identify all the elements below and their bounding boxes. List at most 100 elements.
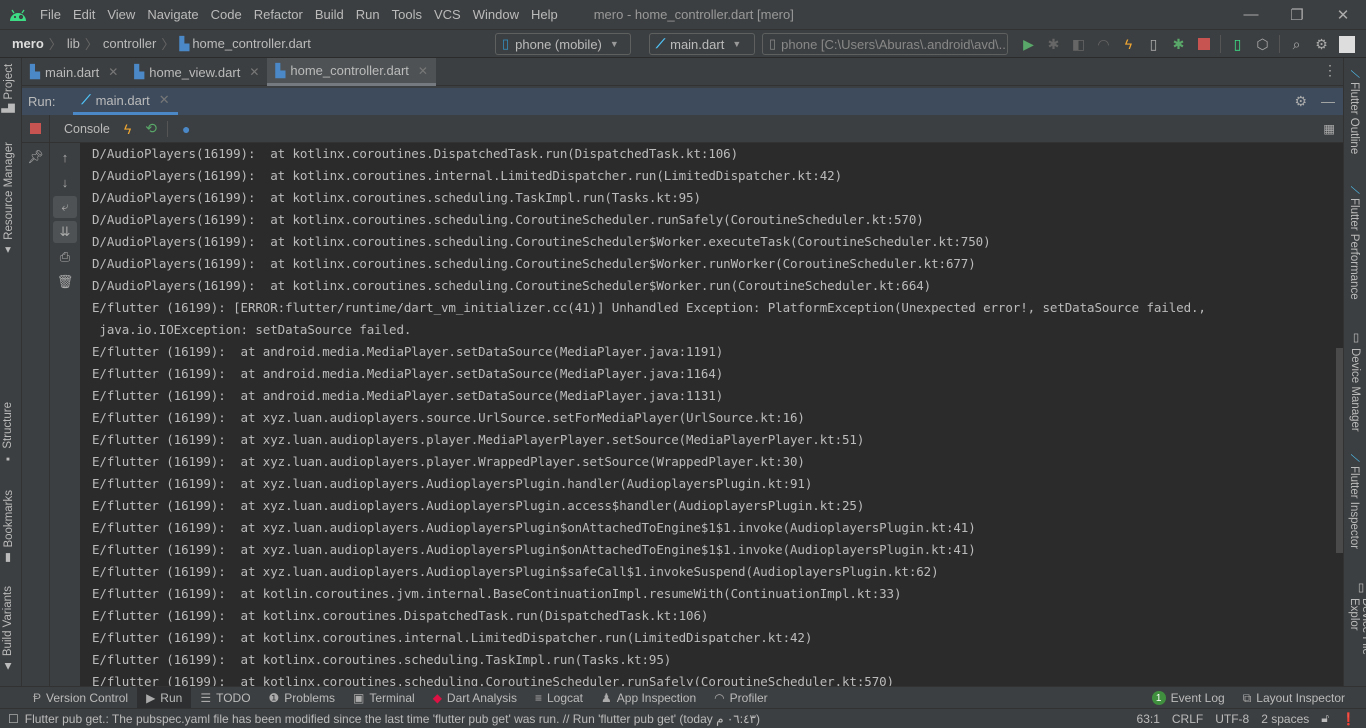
console-output[interactable]: D/AudioPlayers(16199): at kotlinx.corout… <box>80 143 1335 686</box>
notifications-icon[interactable]: ❗ <box>1341 712 1356 726</box>
device-manager-button[interactable]: ▯ <box>1225 33 1250 55</box>
debug-icon: ✱ <box>1047 35 1060 52</box>
tab-home-controller-dart[interactable]: ▙ home_controller.dart ✕ <box>267 58 436 86</box>
menu-window[interactable]: Window <box>467 7 525 22</box>
lock-icon[interactable]: 🔓︎ <box>1321 711 1329 726</box>
run-panel-label: Run: <box>28 94 56 109</box>
hot-restart-button[interactable]: ⟲ <box>145 120 157 137</box>
tool-tab-run[interactable]: ▶ Run <box>137 686 192 709</box>
tool-tab-todo[interactable]: ☰ TODO <box>191 687 259 709</box>
tool-tab-bookmarks[interactable]: ▮ Bookmarks <box>2 490 16 566</box>
tool-tab-terminal[interactable]: ▣ Terminal <box>344 687 424 709</box>
menu-file[interactable]: File <box>34 7 67 22</box>
tool-tab-layout-inspector[interactable]: ⧉ Layout Inspector <box>1234 687 1354 709</box>
devtools-button[interactable]: ● <box>182 121 190 137</box>
tool-tab-build-variants[interactable]: ▲ Build Variants <box>2 586 14 672</box>
soft-wrap-toggle[interactable]: ⤶ <box>53 196 77 218</box>
restore-button[interactable]: ❐ <box>1274 0 1320 29</box>
close-tab-icon[interactable]: ✕ <box>249 65 259 79</box>
emulator-selector[interactable]: ▯ phone [C:\Users\Aburas\.android\avd\..… <box>762 33 1008 55</box>
scroll-down-button[interactable]: ↓ <box>53 171 77 193</box>
tool-tab-logcat[interactable]: ≡ Logcat <box>526 687 592 709</box>
account-button[interactable] <box>1334 33 1359 55</box>
console-line: E/flutter (16199): at xyz.luan.audioplay… <box>92 476 813 491</box>
menu-run[interactable]: Run <box>350 7 386 22</box>
scrollbar-thumb[interactable] <box>1336 348 1343 553</box>
menu-refactor[interactable]: Refactor <box>248 7 309 22</box>
tool-tab-app-inspection[interactable]: ♟ App Inspection <box>592 687 705 709</box>
minimize-button[interactable]: — <box>1228 0 1274 29</box>
tab-home-view-dart[interactable]: ▙ home_view.dart ✕ <box>126 58 267 86</box>
profile-button[interactable]: ◠ <box>1091 33 1116 55</box>
minimize-panel-icon[interactable]: — <box>1321 93 1335 110</box>
profiler-icon: ◠ <box>714 690 725 705</box>
tool-tab-version-control[interactable]: Ᵽ Version Control <box>24 687 137 709</box>
tool-tab-flutter-inspector[interactable]: ⟋ Flutter Inspector <box>1348 454 1360 549</box>
menu-view[interactable]: View <box>101 7 141 22</box>
console-line: E/flutter (16199): at android.media.Medi… <box>92 344 724 359</box>
tool-tab-flutter-performance[interactable]: ⟋ Flutter Performance <box>1348 186 1360 300</box>
breadcrumb-project[interactable]: mero <box>12 36 44 51</box>
run-button[interactable]: ▶ <box>1016 33 1041 55</box>
layout-icon[interactable]: ▦ <box>1323 121 1335 136</box>
menu-build[interactable]: Build <box>309 7 350 22</box>
cursor-position[interactable]: 63:1 <box>1137 712 1160 726</box>
run-tab-main-dart[interactable]: ⟋ main.dart ✕ <box>73 88 178 115</box>
hot-reload-button[interactable]: ϟ <box>124 121 131 137</box>
stop-button[interactable] <box>1191 33 1216 55</box>
tool-tab-device-file-explorer[interactable]: ▯ Device File Explor <box>1348 580 1366 686</box>
attach-debugger-button[interactable]: ✱ <box>1166 33 1191 55</box>
tool-tab-profiler[interactable]: ◠ Profiler <box>705 687 777 709</box>
tool-tab-flutter-outline[interactable]: ⟋ Flutter Outline <box>1348 70 1360 154</box>
hot-restart-button[interactable]: ▯ <box>1141 33 1166 55</box>
file-encoding[interactable]: UTF-8 <box>1215 712 1249 726</box>
close-button[interactable]: ✕ <box>1320 0 1366 29</box>
breadcrumb-controller[interactable]: controller <box>103 36 156 51</box>
run-toolbar: Console ϟ ⟲ ● ▦ <box>22 114 1343 143</box>
structure-icon: ▪ <box>2 452 14 465</box>
tool-tab-problems[interactable]: ❶ Problems <box>260 687 344 709</box>
tab-main-dart[interactable]: ▙ main.dart ✕ <box>22 58 126 86</box>
pin-tab-button[interactable]: 📌︎ <box>24 146 48 168</box>
console-tab[interactable]: Console <box>64 122 110 136</box>
close-tab-icon[interactable]: ✕ <box>159 92 170 108</box>
hot-reload-button[interactable]: ϟ <box>1116 33 1141 55</box>
scroll-up-button[interactable]: ↑ <box>53 146 77 168</box>
run-config-selector[interactable]: ⟋ main.dart ▼ <box>649 33 755 55</box>
search-button[interactable]: ⌕ <box>1284 33 1309 55</box>
gear-icon: ⚙ <box>1315 35 1328 52</box>
menu-vcs[interactable]: VCS <box>428 7 467 22</box>
debug-button[interactable]: ✱ <box>1041 33 1066 55</box>
close-tab-icon[interactable]: ✕ <box>418 64 428 78</box>
indent-setting[interactable]: 2 spaces <box>1261 712 1309 726</box>
tool-tab-device-manager[interactable]: ▯ Device Manager <box>1348 330 1362 432</box>
breadcrumb-file[interactable]: home_controller.dart <box>192 36 311 51</box>
status-message[interactable]: Flutter pub get.: The pubspec.yaml file … <box>25 712 760 726</box>
stop-button[interactable] <box>22 114 50 143</box>
clear-all-button[interactable]: 🗑︎ <box>53 271 77 293</box>
device-selector[interactable]: ▯ phone (mobile) ▼ <box>495 33 631 55</box>
run-with-coverage-button[interactable]: ◧ <box>1066 33 1091 55</box>
scroll-to-end-toggle[interactable]: ⇊ <box>53 221 77 243</box>
menu-edit[interactable]: Edit <box>67 7 101 22</box>
menu-help[interactable]: Help <box>525 7 564 22</box>
menu-code[interactable]: Code <box>205 7 248 22</box>
menu-tools[interactable]: Tools <box>386 7 428 22</box>
line-separator[interactable]: CRLF <box>1172 712 1203 726</box>
menu-navigate[interactable]: Navigate <box>141 7 204 22</box>
gear-icon[interactable]: ⚙ <box>1294 93 1307 110</box>
print-button[interactable]: ⎙ <box>53 246 77 268</box>
close-tab-icon[interactable]: ✕ <box>108 65 118 79</box>
more-options-icon[interactable]: ⋮ <box>1323 62 1337 79</box>
toggle-tool-windows-icon[interactable]: ☐ <box>8 712 19 726</box>
tool-tab-resource-manager[interactable]: ▴ Resource Manager <box>2 142 16 258</box>
tool-tab-structure[interactable]: ▪ Structure <box>2 402 14 465</box>
tool-tab-label: Event Log <box>1170 691 1225 705</box>
breadcrumb-lib[interactable]: lib <box>67 36 80 51</box>
tool-tab-dart-analysis[interactable]: ◆ Dart Analysis <box>424 687 526 709</box>
sdk-manager-button[interactable]: ⬡ <box>1250 33 1275 55</box>
tool-tab-project[interactable]: ▙ Project <box>2 64 16 113</box>
tool-tab-event-log[interactable]: 1 Event Log <box>1143 687 1234 709</box>
settings-button[interactable]: ⚙ <box>1309 33 1334 55</box>
console-scrollbar[interactable] <box>1335 143 1343 686</box>
